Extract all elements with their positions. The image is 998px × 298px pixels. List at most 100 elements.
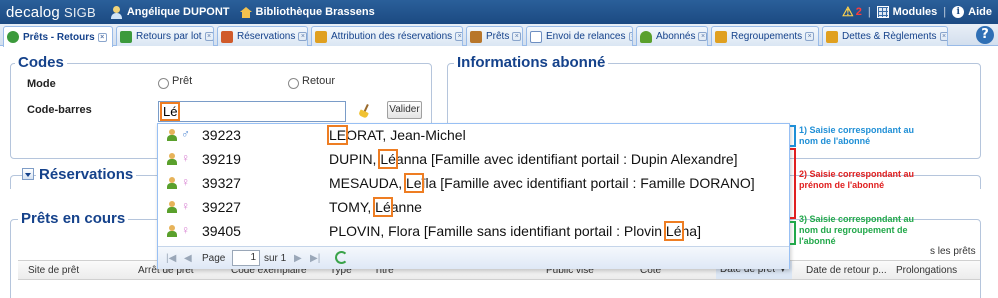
top-bar: decalog SIGB Angélique DUPONT Bibliothèqu… [0, 0, 998, 24]
borrower-icon [166, 225, 178, 237]
tab-prets[interactable]: Prêts × [466, 26, 523, 46]
suggestion-row[interactable]: ♀ 39219 DUPIN, Léanna [Famille avec iden… [158, 148, 789, 172]
suggestion-row[interactable]: ♀ 39227 TOMY, Léanne [158, 196, 789, 220]
tab-retours-par-lot[interactable]: Retours par lot × [116, 26, 214, 46]
current-library[interactable]: Bibliothèque Brassens [239, 6, 375, 18]
close-icon[interactable]: × [455, 32, 462, 41]
radio-pret[interactable]: Prêt [158, 72, 192, 89]
column-header[interactable]: Site de prêt [28, 265, 79, 276]
borrower-icon [166, 177, 178, 189]
name-prefix: PLOVIN, Flora [Famille sans identifiant … [329, 223, 666, 239]
alert-icon[interactable]: ⚠ [842, 4, 854, 20]
users-icon [640, 30, 652, 43]
alert-count[interactable]: 2 [856, 6, 862, 18]
valider-button[interactable]: Valider [387, 101, 422, 119]
column-header[interactable]: Date de retour p... [806, 265, 887, 276]
tab-attribution-reservations[interactable]: Attribution des réservations × [311, 26, 463, 46]
separator: | [943, 6, 947, 18]
borrower-name: PLOVIN, Flora [Famille sans identifiant … [329, 221, 701, 241]
mail-icon [530, 30, 542, 43]
reservations-legend[interactable]: Réservations [36, 167, 137, 183]
tab-label: Attribution des réservations [331, 31, 453, 42]
prets-filter-text[interactable]: s les prêts [930, 246, 976, 257]
user-icon [110, 5, 123, 19]
name-prefix: MESAUDA, [329, 175, 407, 191]
barcode-input[interactable]: Lé [158, 101, 346, 122]
tab-regroupements[interactable]: Regroupements × [711, 26, 819, 46]
current-user[interactable]: Angélique DUPONT [110, 5, 230, 19]
home-icon [239, 6, 252, 18]
annotation-2: 2) Saisie correspondant au prénom de l'a… [799, 169, 915, 190]
suggestion-row[interactable]: ♀ 39405 PLOVIN, Flora [Famille sans iden… [158, 220, 789, 244]
tab-dettes-reglements[interactable]: Dettes & Règlements × [822, 26, 948, 46]
help-icon[interactable]: ? [976, 26, 994, 44]
close-icon[interactable]: × [512, 32, 522, 41]
tab-prets-retours[interactable]: Prêts - Retours × [3, 26, 113, 47]
annotation-bracket [790, 148, 796, 219]
page-label: Page [202, 253, 226, 264]
name-prefix: TOMY, [329, 199, 376, 215]
radio-pret-label: Prêt [172, 74, 193, 87]
female-icon: ♀ [181, 199, 190, 213]
borrower-icon [166, 129, 178, 141]
close-icon[interactable]: × [698, 32, 707, 41]
barcode-value: Lé [159, 102, 181, 121]
last-page-icon[interactable]: ▶| [310, 253, 320, 264]
prets-legend: Prêts en cours [18, 211, 129, 227]
tab-envoi-relances[interactable]: Envoi de relances × [526, 26, 633, 46]
logo-text: decalog [6, 3, 60, 21]
prev-page-icon[interactable]: ◀ [184, 253, 192, 264]
tab-reservations[interactable]: Réservations × [217, 26, 308, 46]
name-prefix: DUPIN, [329, 151, 381, 167]
assign-icon [315, 30, 327, 43]
page-total: sur 1 [264, 253, 287, 264]
radio-button[interactable] [288, 78, 299, 89]
separator: | [867, 6, 871, 18]
annotation-3: 3) Saisie correspondant au nom du regrou… [799, 214, 915, 246]
borrower-id: 39223 [202, 127, 241, 143]
refresh-icon[interactable] [335, 251, 348, 264]
close-icon[interactable]: × [939, 32, 947, 41]
suggestion-row[interactable]: ♂ 39223 LEORAT, Jean-Michel [158, 124, 789, 148]
radio-retour[interactable]: Retour [288, 72, 335, 89]
clear-broom-icon[interactable] [359, 104, 371, 118]
borrower-name: TOMY, Léanne [329, 197, 422, 217]
close-icon[interactable]: × [298, 32, 307, 41]
radio-retour-label: Retour [302, 74, 336, 87]
user-name: Angélique DUPONT [126, 6, 230, 18]
next-page-icon[interactable]: ▶ [294, 253, 302, 264]
match-highlight: LE [326, 125, 349, 145]
books-icon [470, 30, 482, 43]
library-name: Bibliothèque Brassens [255, 6, 375, 18]
close-icon[interactable]: × [204, 32, 213, 41]
first-page-icon[interactable]: |◀ [166, 253, 176, 264]
name-suffix: anne [390, 199, 422, 215]
help-menu[interactable]: Aide [968, 6, 992, 18]
male-icon: ♂ [181, 127, 190, 141]
modules-menu[interactable]: Modules [893, 6, 938, 18]
close-icon[interactable]: × [628, 32, 632, 41]
suggestion-row[interactable]: ♀ 39327 MESAUDA, Leïla [Famille avec ide… [158, 172, 789, 196]
tab-label: Dettes & Règlements [842, 31, 937, 42]
borrower-id: 39219 [202, 151, 241, 167]
page-input[interactable]: 1 [232, 250, 260, 266]
borrower-name: MESAUDA, Leïla [Famille avec identifiant… [329, 173, 755, 193]
close-icon[interactable]: × [97, 32, 107, 42]
group-icon [715, 30, 727, 43]
tab-abonnes[interactable]: Abonnés × [636, 26, 708, 46]
name-suffix: ORAT, Jean-Michel [346, 127, 466, 143]
codes-legend: Codes [15, 55, 67, 71]
close-icon[interactable]: × [805, 32, 815, 41]
radio-button[interactable] [158, 78, 169, 89]
match-highlight: Lé [378, 149, 398, 169]
borrower-id: 39327 [202, 175, 241, 191]
borrower-id: 39227 [202, 199, 241, 215]
reservations-toggle-icon[interactable] [22, 168, 34, 180]
female-icon: ♀ [181, 151, 190, 165]
tab-label: Réservations [237, 31, 296, 42]
borrower-name: LEORAT, Jean-Michel [326, 125, 466, 145]
calendar-icon [221, 30, 233, 43]
column-header[interactable]: Prolongations [896, 265, 957, 276]
borrower-id: 39405 [202, 223, 241, 239]
money-icon [826, 30, 838, 43]
